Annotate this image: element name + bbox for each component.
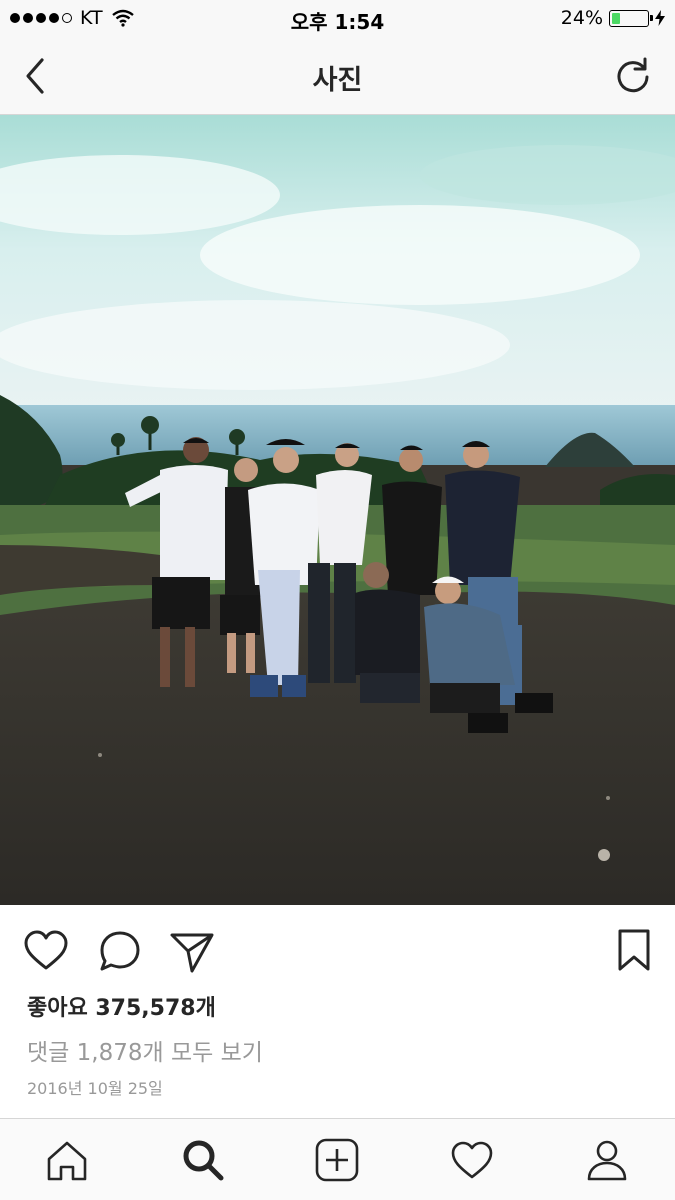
- add-icon[interactable]: [314, 1137, 360, 1183]
- group-photo-image: [0, 115, 675, 905]
- tab-bar: [0, 1118, 675, 1200]
- refresh-icon[interactable]: [613, 56, 653, 96]
- profile-icon[interactable]: [584, 1137, 630, 1183]
- post-date: 2016년 10월 25일: [27, 1079, 163, 1098]
- status-bar: KT 오후 1:54 24%: [0, 0, 675, 38]
- view-all-comments-link[interactable]: 댓글 1,878개 모두 보기: [27, 1033, 263, 1067]
- battery-percent: 24%: [560, 7, 603, 29]
- page-title: 사진: [312, 65, 363, 96]
- heart-icon[interactable]: [22, 927, 70, 975]
- post-photo[interactable]: [0, 115, 675, 905]
- home-icon[interactable]: [44, 1137, 90, 1183]
- post-actions: [0, 905, 675, 995]
- navigation-bar: 사진: [0, 38, 675, 115]
- bookmark-icon[interactable]: [610, 927, 658, 975]
- search-icon[interactable]: [180, 1137, 226, 1183]
- activity-heart-icon[interactable]: [449, 1137, 495, 1183]
- battery-icon: [609, 9, 653, 27]
- likes-count[interactable]: 좋아요 375,578개: [27, 990, 216, 1022]
- comment-icon[interactable]: [96, 927, 144, 975]
- battery-fill: [612, 12, 620, 24]
- status-right: 24%: [561, 7, 665, 29]
- charging-bolt-icon: [655, 10, 665, 26]
- share-icon[interactable]: [168, 927, 216, 975]
